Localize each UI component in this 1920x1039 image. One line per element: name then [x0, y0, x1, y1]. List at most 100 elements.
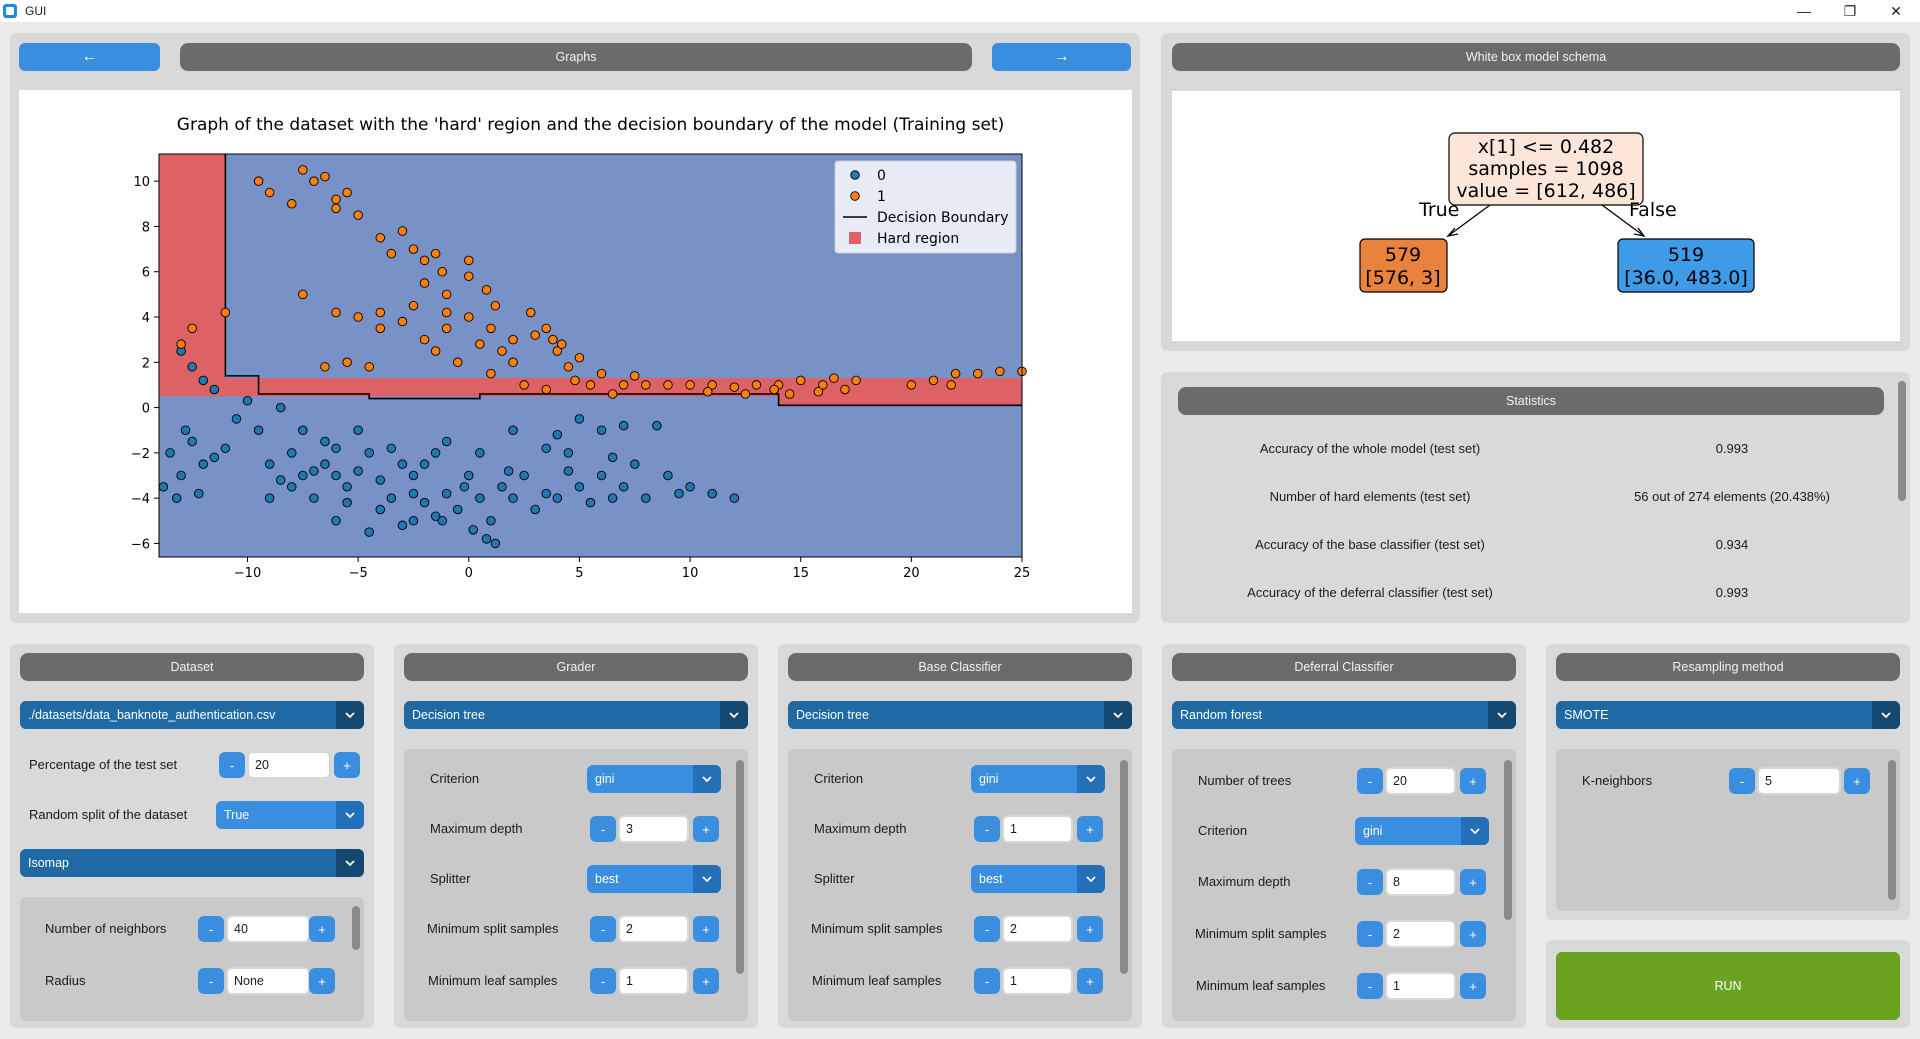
deferral-trees-input[interactable]: 20: [1385, 767, 1456, 795]
grader-min-leaf-increment-button[interactable]: +: [693, 968, 719, 994]
grader-model-select[interactable]: Decision tree: [404, 701, 748, 729]
base-criterion-select[interactable]: gini: [971, 765, 1105, 793]
k-neighbors-increment-button[interactable]: +: [1844, 768, 1870, 794]
random-split-select[interactable]: True: [216, 801, 364, 829]
deferral-min-leaf-increment-button[interactable]: +: [1460, 973, 1486, 999]
test-pct-decrement-button[interactable]: -: [219, 752, 245, 778]
resampling-method-select[interactable]: SMOTE: [1556, 701, 1900, 729]
data-point-class-1: [464, 255, 474, 266]
data-point-class-0: [220, 443, 231, 454]
data-point-class-1: [331, 194, 341, 205]
decision-tree-diagram: x[1] <= 0.482 samples = 1098 value = [61…: [1359, 132, 1755, 293]
grader-scrollbar[interactable]: [736, 760, 744, 974]
base-max-depth-increment-button[interactable]: +: [1077, 816, 1103, 842]
base-model-select[interactable]: Decision tree: [788, 701, 1132, 729]
right-line1: 519: [1668, 244, 1704, 266]
data-point-class-1: [419, 334, 430, 345]
dataset-file-select[interactable]: ./datasets/data_banknote_authentication.…: [20, 701, 364, 729]
base-min-split-increment-button[interactable]: +: [1077, 916, 1103, 942]
k-neighbors-input[interactable]: 5: [1757, 767, 1841, 795]
data-point-class-1: [556, 339, 567, 349]
grader-criterion-select[interactable]: gini: [587, 765, 721, 793]
neighbors-input[interactable]: 40: [226, 915, 310, 943]
deferral-trees-increment-button[interactable]: +: [1460, 768, 1486, 794]
reduction-method-select[interactable]: Isomap: [20, 849, 364, 877]
data-point-class-1: [397, 316, 408, 327]
base-min-split-decrement-button[interactable]: -: [974, 916, 1000, 942]
data-point-class-0: [298, 470, 308, 481]
base-min-leaf-increment-button[interactable]: +: [1077, 968, 1103, 994]
resampling-scrollbar[interactable]: [1888, 760, 1896, 900]
grader-splitter-select[interactable]: best: [587, 865, 721, 893]
deferral-min-split-increment-button[interactable]: +: [1460, 921, 1486, 947]
legend-label: Decision Boundary: [877, 210, 1008, 226]
deferral-max-depth-decrement-button[interactable]: -: [1357, 869, 1383, 895]
deferral-min-leaf-input[interactable]: 1: [1385, 972, 1456, 1000]
restore-icon[interactable]: ❐: [1827, 0, 1873, 22]
reduction-scrollbar[interactable]: [352, 906, 360, 950]
minimize-icon[interactable]: —: [1781, 0, 1827, 22]
grader-max-depth-increment-button[interactable]: +: [693, 816, 719, 842]
base-min-split-input[interactable]: 2: [1002, 915, 1073, 943]
close-icon[interactable]: ✕: [1873, 0, 1919, 22]
radius-input[interactable]: None: [226, 967, 310, 995]
deferral-model-select[interactable]: Random forest: [1172, 701, 1516, 729]
data-point-class-1: [630, 371, 640, 381]
grader-min-leaf-decrement-button[interactable]: -: [590, 968, 616, 994]
data-point-class-1: [430, 346, 441, 356]
data-point-class-0: [481, 534, 492, 544]
data-point-class-1: [419, 278, 430, 288]
grader-min-split-decrement-button[interactable]: -: [590, 916, 616, 942]
deferral-criterion-select[interactable]: gini: [1355, 817, 1489, 845]
x-tick-label: −10: [234, 566, 261, 581]
legend-label: 1: [877, 189, 886, 205]
right-line2: [36.0, 483.0]: [1624, 267, 1748, 289]
deferral-min-split-decrement-button[interactable]: -: [1357, 921, 1383, 947]
grader-min-leaf-input[interactable]: 1: [618, 967, 689, 995]
data-point-class-0: [364, 448, 374, 458]
neighbors-decrement-button[interactable]: -: [198, 916, 224, 942]
grader-min-split-increment-button[interactable]: +: [693, 916, 719, 942]
deferral-max-depth-input[interactable]: 8: [1385, 868, 1456, 896]
run-button[interactable]: RUN: [1556, 952, 1900, 1020]
base-min-leaf-input[interactable]: 1: [1002, 967, 1073, 995]
next-graph-button[interactable]: →: [992, 43, 1131, 71]
base-splitter-select[interactable]: best: [971, 865, 1105, 893]
previous-graph-button[interactable]: ←: [19, 43, 160, 71]
grader-max-depth-input[interactable]: 3: [618, 815, 689, 843]
base-max-depth-decrement-button[interactable]: -: [974, 816, 1000, 842]
data-point-class-0: [375, 475, 386, 485]
test-pct-input[interactable]: 20: [247, 751, 331, 779]
grader-max-depth-decrement-button[interactable]: -: [590, 816, 616, 842]
deferral-trees-decrement-button[interactable]: -: [1357, 768, 1383, 794]
data-point-class-0: [408, 488, 419, 499]
deferral-scrollbar[interactable]: [1504, 760, 1512, 920]
y-tick-label: 6: [142, 266, 150, 281]
data-point-class-1: [729, 382, 740, 392]
neighbors-increment-button[interactable]: +: [309, 916, 335, 942]
data-point-class-0: [275, 475, 286, 485]
base-scrollbar[interactable]: [1120, 760, 1128, 974]
k-neighbors-decrement-button[interactable]: -: [1729, 768, 1755, 794]
test-pct-increment-button[interactable]: +: [334, 752, 360, 778]
y-tick-label: −4: [131, 492, 150, 507]
true-label: True: [1418, 199, 1459, 221]
deferral-min-leaf-decrement-button[interactable]: -: [1357, 973, 1383, 999]
data-point-class-0: [375, 504, 386, 515]
data-point-class-1: [751, 380, 762, 390]
data-point-class-0: [408, 470, 419, 481]
base-max-depth-input[interactable]: 1: [1002, 815, 1073, 843]
data-point-class-0: [519, 470, 529, 481]
radius-decrement-button[interactable]: -: [198, 968, 224, 994]
k-neighbors-label: K-neighbors: [1582, 773, 1653, 788]
deferral-min-split-input[interactable]: 2: [1385, 920, 1456, 948]
left-line1: 579: [1385, 244, 1421, 266]
data-point-class-0: [194, 488, 204, 499]
deferral-max-depth-increment-button[interactable]: +: [1460, 869, 1486, 895]
radius-increment-button[interactable]: +: [309, 968, 335, 994]
base-max-depth-label: Maximum depth: [814, 821, 907, 836]
data-point-class-1: [486, 323, 496, 334]
base-min-leaf-decrement-button[interactable]: -: [974, 968, 1000, 994]
dataset-title: Dataset: [20, 653, 364, 681]
grader-min-split-input[interactable]: 2: [618, 915, 689, 943]
